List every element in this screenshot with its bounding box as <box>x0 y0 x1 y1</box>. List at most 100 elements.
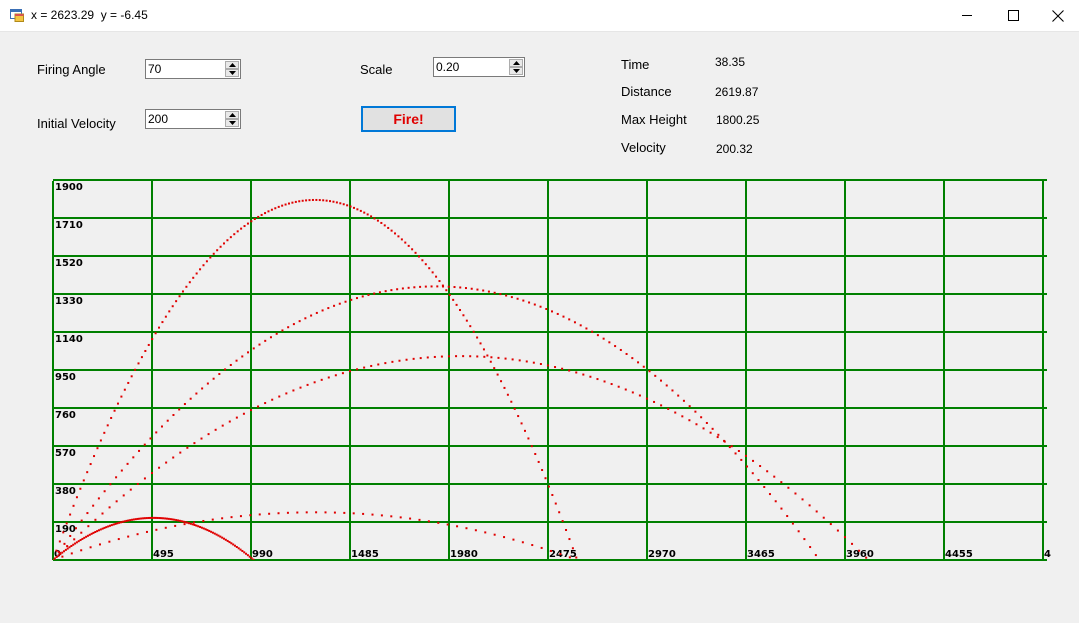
trajectory-point <box>575 556 578 559</box>
trajectory-point <box>390 515 393 518</box>
trajectory-point <box>206 529 209 532</box>
trajectory-point <box>803 538 806 541</box>
trajectory-point <box>235 359 238 362</box>
trajectory-point <box>414 251 417 254</box>
trajectory-point <box>757 479 760 482</box>
trajectory-point <box>72 504 75 507</box>
trajectory-point <box>151 338 154 341</box>
trajectory-point <box>201 387 204 390</box>
trajectory-point <box>318 199 321 202</box>
trajectory-point <box>168 310 171 313</box>
trajectory-point <box>366 213 369 216</box>
trajectory-point <box>452 298 455 301</box>
trajectory-point <box>380 221 383 224</box>
trajectory-point <box>61 551 64 554</box>
trajectory-point <box>370 364 373 367</box>
trajectory-point <box>428 267 431 270</box>
trajectory-point <box>436 285 439 288</box>
trajectory-point <box>274 207 277 210</box>
trajectory-point <box>865 556 868 559</box>
trajectory-point <box>322 199 325 202</box>
trajectory-point <box>65 522 68 525</box>
trajectory-point <box>292 389 295 392</box>
trajectory-point <box>674 411 677 414</box>
trajectory-point <box>82 479 85 482</box>
trajectory-point <box>202 264 205 267</box>
x-tick-label: 4455 <box>945 549 973 560</box>
trajectory-point <box>149 437 152 440</box>
trajectory-point <box>333 304 336 307</box>
trajectory-point <box>86 534 89 537</box>
trajectory-point <box>166 419 169 422</box>
trajectory-point <box>258 343 261 346</box>
trajectory-point <box>221 536 224 539</box>
trajectory-point <box>773 475 776 478</box>
trajectory-point <box>137 362 140 365</box>
trajectory-point <box>160 425 163 428</box>
trajectory-point <box>89 546 92 549</box>
trajectory-point <box>129 488 132 491</box>
trajectory-point <box>682 399 685 402</box>
trajectory-point <box>327 376 330 379</box>
trajectory-point <box>90 532 93 535</box>
y-tick-label: 1330 <box>55 296 83 307</box>
trajectory-point <box>120 395 123 398</box>
trajectory-point <box>253 218 256 221</box>
trajectory-point <box>79 539 82 542</box>
trajectory-point <box>112 523 115 526</box>
trajectory-point <box>384 290 387 293</box>
trajectory-point <box>55 555 58 558</box>
trajectory-point <box>189 397 192 400</box>
trajectory-point <box>96 530 99 533</box>
trajectory-point <box>496 373 499 376</box>
trajectory-point <box>93 455 96 458</box>
trajectory-point <box>192 521 195 524</box>
trajectory-point <box>479 342 482 345</box>
trajectory-point <box>221 424 224 427</box>
trajectory-point <box>140 517 143 520</box>
trajectory-point <box>427 520 430 523</box>
trajectory-point <box>199 525 202 528</box>
trajectory-point <box>815 510 818 513</box>
trajectory-point <box>339 202 342 205</box>
trajectory-point <box>204 528 207 531</box>
trajectory-point <box>705 421 708 424</box>
trajectory-point <box>236 230 239 233</box>
trajectory-point <box>465 527 468 530</box>
trajectory-point <box>363 366 366 369</box>
trajectory-point <box>250 220 253 223</box>
trajectory-point <box>397 235 400 238</box>
trajectory-point <box>554 366 557 369</box>
trajectory-point <box>417 255 420 258</box>
trajectory-point <box>239 548 242 551</box>
trajectory-point <box>530 445 533 448</box>
trajectory-point <box>540 546 543 549</box>
trajectory-point <box>248 555 251 558</box>
trajectory-point <box>797 530 800 533</box>
trajectory-point <box>92 504 95 507</box>
trajectory-plot[interactable]: 190017101520133011409507605703801900 495 9… <box>0 0 1079 623</box>
trajectory-point <box>116 522 119 525</box>
trajectory-point <box>185 285 188 288</box>
trajectory-point <box>228 541 231 544</box>
trajectory-point <box>506 393 509 396</box>
trajectory-point <box>589 375 592 378</box>
trajectory-point <box>716 436 719 439</box>
trajectory-point <box>240 227 243 230</box>
trajectory-point <box>744 454 747 457</box>
trajectory-point <box>101 527 104 530</box>
trajectory-point <box>522 299 525 302</box>
trajectory-point <box>186 521 189 524</box>
trajectory-point <box>335 201 338 204</box>
trajectory-point <box>631 357 634 360</box>
trajectory-point <box>192 276 195 279</box>
trajectory-point <box>325 199 328 202</box>
trajectory-point <box>70 552 73 555</box>
trajectory-point <box>169 518 172 521</box>
trajectory-point <box>404 241 407 244</box>
trajectory-point <box>409 517 412 520</box>
trajectory-point <box>260 213 263 216</box>
trajectory-point <box>223 242 226 245</box>
trajectory-point <box>103 490 106 493</box>
trajectory-point <box>829 523 832 526</box>
